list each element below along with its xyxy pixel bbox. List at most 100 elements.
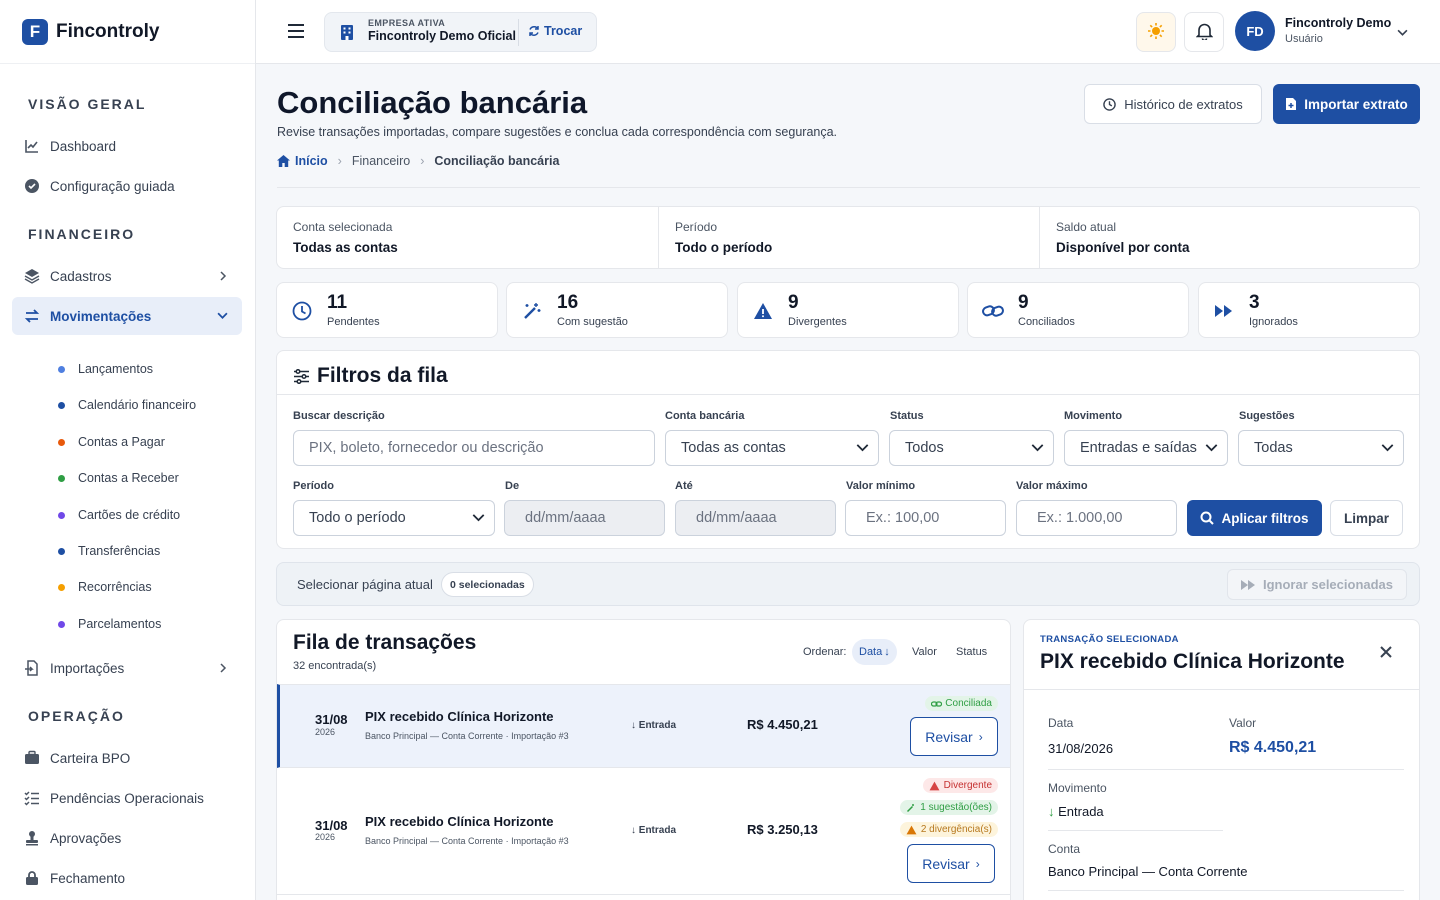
suggestion-count-badge: 1 sugestão(ões) [900, 800, 998, 815]
stat-value: 11 [327, 292, 348, 313]
review-button[interactable]: Revisar › [907, 844, 995, 883]
search-placeholder: PIX, boleto, fornecedor ou descrição [309, 440, 544, 456]
max-value-input[interactable]: Ex.: 1.000,00 [1016, 500, 1177, 536]
status-select[interactable]: Todos [889, 430, 1054, 466]
sort-by-value-button[interactable]: Valor [912, 646, 937, 658]
chevron-down-icon[interactable] [1397, 26, 1408, 41]
magic-wand-icon [906, 803, 916, 813]
app-name: Fincontroly [56, 20, 160, 42]
check-circle-icon [23, 177, 41, 195]
row-amount: R$ 3.250,13 [747, 822, 818, 837]
search-input[interactable]: PIX, boleto, fornecedor ou descrição [293, 430, 655, 466]
account-label: Conta bancária [665, 410, 745, 422]
chevron-down-icon [472, 511, 485, 528]
apply-filters-button[interactable]: Aplicar filtros [1187, 500, 1322, 536]
stat-label: Ignorados [1249, 316, 1298, 328]
avatar[interactable]: FD [1235, 11, 1275, 51]
account-select[interactable]: Todas as contas [665, 430, 879, 466]
stat-card-ignored[interactable]: 3 Ignorados [1198, 282, 1420, 338]
row-direction-label: Entrada [638, 825, 677, 836]
row-date: 31/08 [315, 818, 348, 833]
summary-period: Período Todo o período [675, 220, 772, 255]
review-label: Revisar [922, 855, 970, 872]
sidebar-item-guided-setup[interactable]: Configuração guiada [12, 167, 242, 205]
sidebar-subitem[interactable]: Calendário financeiro [58, 398, 196, 412]
statement-history-button[interactable]: Histórico de extratos [1084, 84, 1262, 124]
import-statement-button[interactable]: Importar extrato [1273, 84, 1420, 124]
date-from-placeholder: dd/mm/aaaa [525, 510, 606, 526]
chevron-down-icon [1205, 441, 1218, 458]
summary-balance: Saldo atual Disponível por conta [1056, 220, 1190, 255]
breadcrumb-home[interactable]: Início [295, 154, 328, 168]
user-name[interactable]: Fincontroly Demo [1285, 16, 1391, 30]
sidebar-subitem[interactable]: Transferências [58, 544, 160, 558]
notifications-button[interactable] [1184, 12, 1224, 52]
arrow-down-icon: ↓ [1048, 804, 1059, 819]
bullet-dot-icon [58, 511, 65, 519]
bulk-selection-bar: Selecionar página atual 0 selecionadas I… [276, 562, 1420, 606]
detail-eyebrow: TRANSAÇÃO SELECIONADA [1040, 634, 1179, 645]
suggestions-select[interactable]: Todas [1238, 430, 1404, 466]
sidebar-subitem[interactable]: Parcelamentos [58, 617, 161, 631]
clear-filters-button[interactable]: Limpar [1330, 500, 1403, 536]
sort-by-status-button[interactable]: Status [956, 646, 987, 658]
summary-value: Todo o período [675, 240, 773, 255]
switch-company-button[interactable]: Trocar [528, 24, 582, 38]
close-icon[interactable] [1380, 646, 1392, 661]
stat-card-divergent[interactable]: 9 Divergentes [737, 282, 959, 338]
summary-label: Saldo atual [1056, 220, 1117, 234]
sidebar-subitem[interactable]: Contas a Pagar [58, 435, 165, 449]
sidebar-item-op-pending[interactable]: Pendências Operacionais [12, 779, 242, 817]
table-row[interactable]: 31/08 2026 PIX recebido Clínica Horizont… [277, 768, 1010, 895]
sidebar-item-label: Cadastros [50, 268, 112, 284]
sidebar-subitem[interactable]: Recorrências [58, 580, 152, 594]
company-label: EMPRESA ATIVA [368, 18, 446, 28]
review-button[interactable]: Revisar › [910, 717, 998, 756]
sidebar-item-label: Importações [50, 660, 125, 676]
sidebar-item-registers[interactable]: Cadastros [12, 257, 242, 295]
app-logo[interactable]: F Fincontroly [0, 0, 255, 64]
sort-by-date-button[interactable]: Data ↓ [852, 639, 897, 665]
sidebar-item-imports[interactable]: Importações [12, 649, 242, 687]
sidebar-subitem[interactable]: Cartões de crédito [58, 508, 180, 522]
row-meta: Banco Principal — Conta Corrente · Impor… [365, 836, 569, 846]
table-row[interactable]: 31/08 2026 PIX recebido Clínica Horizont… [277, 684, 1010, 768]
selected-count-badge: 0 selecionadas [441, 572, 534, 597]
divergence-count-badge: 2 divergência(s) [899, 822, 998, 837]
stat-card-reconciled[interactable]: 9 Conciliados [967, 282, 1189, 338]
theme-toggle-button[interactable] [1136, 12, 1176, 52]
stat-card-suggested[interactable]: 16 Com sugestão [506, 282, 728, 338]
min-value-input[interactable]: Ex.: 100,00 [845, 500, 1006, 536]
movement-select[interactable]: Entradas e saídas [1064, 430, 1228, 466]
suggestions-value: Todas [1254, 440, 1293, 456]
divider [518, 19, 519, 46]
arrow-down-icon: ↓ [631, 720, 639, 731]
sidebar-subitem[interactable]: Contas a Receber [58, 471, 179, 485]
breadcrumb-financial[interactable]: Financeiro [352, 154, 410, 168]
chevron-right-icon: › [978, 729, 983, 744]
summary-value: Disponível por conta [1056, 240, 1190, 255]
sidebar-subitem[interactable]: Lançamentos [58, 362, 153, 376]
stamp-icon [23, 829, 41, 847]
bullet-dot-icon [58, 620, 65, 628]
bullet-dot-icon [58, 438, 65, 446]
detail-movement-value: ↓ Entrada [1048, 804, 1104, 819]
select-page-label[interactable]: Selecionar página atual [297, 577, 433, 592]
sun-icon [1147, 22, 1165, 43]
date-from-input[interactable]: dd/mm/aaaa [504, 500, 665, 536]
menu-toggle-icon[interactable] [287, 23, 305, 39]
period-select[interactable]: Todo o período [293, 500, 495, 536]
sidebar-item-bpo-portfolio[interactable]: Carteira BPO [12, 739, 242, 777]
sidebar-item-movements[interactable]: Movimentações [12, 297, 242, 335]
sidebar-item-closing[interactable]: Fechamento [12, 859, 242, 897]
sidebar-item-dashboard[interactable]: Dashboard [12, 127, 242, 165]
sidebar-item-label: Fechamento [50, 870, 126, 886]
stat-card-pending[interactable]: 11 Pendentes [276, 282, 498, 338]
sidebar-item-approvals[interactable]: Aprovações [12, 819, 242, 857]
summary-label: Conta selecionada [293, 220, 393, 234]
ignore-selected-button[interactable]: Ignorar selecionadas [1227, 569, 1407, 600]
row-direction: ↓ Entrada [631, 825, 676, 836]
link-icon [931, 700, 943, 708]
date-to-input[interactable]: dd/mm/aaaa [675, 500, 836, 536]
row-description: PIX recebido Clínica Horizonte [365, 709, 554, 724]
